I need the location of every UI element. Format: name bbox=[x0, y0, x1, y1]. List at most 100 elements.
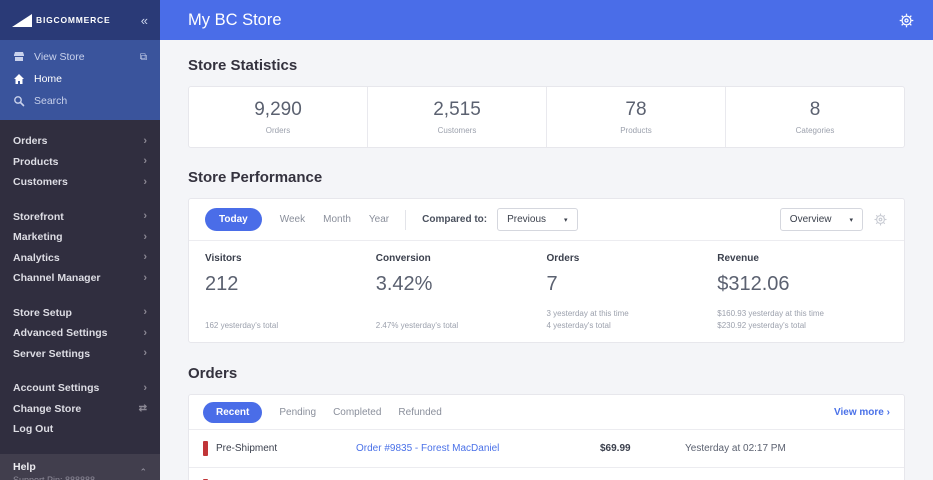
stat-products: 78 Products bbox=[547, 87, 726, 147]
stat-customers: 2,515 Customers bbox=[368, 87, 547, 147]
sidebar-item-label: Log Out bbox=[13, 423, 54, 436]
metric-label: Conversion bbox=[375, 253, 431, 264]
sidebar-item-label: Home bbox=[34, 73, 63, 85]
tab-today[interactable]: Today bbox=[205, 208, 262, 231]
sidebar-item-orders[interactable]: Orders › bbox=[0, 131, 160, 152]
sidebar-item-channel-manager[interactable]: Channel Manager › bbox=[0, 268, 160, 289]
header-bar: My BC Store bbox=[160, 0, 933, 40]
chevron-right-icon: › bbox=[143, 175, 147, 188]
tab-pending[interactable]: Pending bbox=[279, 407, 316, 418]
tab-recent[interactable]: Recent bbox=[203, 401, 263, 423]
home-icon bbox=[13, 73, 25, 85]
metric-sub: $160.93 yesterday at this time bbox=[717, 309, 824, 318]
support-pin: Support Pin: 888888 bbox=[13, 474, 96, 480]
store-settings-gear-icon[interactable] bbox=[898, 12, 915, 29]
compared-to-label: Compared to: bbox=[422, 214, 488, 225]
sidebar-item-label: Channel Manager bbox=[13, 272, 101, 285]
sidebar-item-storefront[interactable]: Storefront › bbox=[0, 207, 160, 228]
sidebar-item-label: Customers bbox=[13, 176, 68, 189]
swap-store-icon: ⇄ bbox=[138, 403, 147, 415]
tab-completed[interactable]: Completed bbox=[333, 407, 381, 418]
metric-value: $312.06 bbox=[717, 273, 790, 295]
order-link[interactable]: Order #9835 - Forest MacDaniel bbox=[356, 443, 600, 454]
order-row[interactable]: Pre-Shipment Order #9834 - Tacitus Cornb… bbox=[189, 467, 904, 480]
metric-label: Revenue bbox=[717, 253, 759, 264]
sidebar-item-home[interactable]: Home bbox=[0, 68, 160, 90]
stat-value: 2,515 bbox=[433, 99, 481, 120]
chevron-right-icon: › bbox=[143, 210, 147, 223]
orders-tabs: Recent Pending Completed Refunded View m… bbox=[189, 395, 904, 429]
stat-label: Orders bbox=[265, 126, 291, 135]
chevron-up-icon: ⌃ bbox=[139, 467, 147, 477]
store-performance-card: Today Week Month Year Compared to: Previ… bbox=[188, 198, 905, 343]
metric-sub: 2.47% yesterday's total bbox=[375, 321, 459, 330]
performance-settings-gear-icon[interactable] bbox=[873, 212, 888, 227]
tab-week[interactable]: Week bbox=[280, 214, 305, 225]
store-performance-heading: Store Performance bbox=[188, 169, 323, 186]
sidebar-item-view-store[interactable]: View Store ⧉ bbox=[0, 46, 160, 68]
metric-value: 3.42% bbox=[375, 273, 433, 295]
metric-value: 212 bbox=[205, 273, 239, 295]
sidebar-item-label: Analytics bbox=[13, 251, 60, 264]
sidebar-item-label: Change Store bbox=[13, 402, 82, 415]
help-title: Help bbox=[13, 460, 36, 473]
chevron-right-icon: › bbox=[143, 271, 147, 284]
chevron-right-icon: › bbox=[143, 134, 147, 147]
overview-select[interactable]: Overview ▾ bbox=[779, 208, 863, 231]
metric-orders: Orders 7 3 yesterday at this time 4 yeste… bbox=[547, 253, 718, 332]
metric-sub: 3 yesterday at this time bbox=[546, 309, 629, 318]
main-nav: Orders › Products › Customers › Storefront ›… bbox=[0, 120, 160, 454]
sidebar-item-account-settings[interactable]: Account Settings › bbox=[0, 378, 160, 399]
sidebar-item-change-store[interactable]: Change Store ⇄ bbox=[0, 399, 160, 420]
metric-sub bbox=[205, 308, 376, 320]
sidebar-item-label: Server Settings bbox=[13, 347, 91, 360]
tab-refunded[interactable]: Refunded bbox=[398, 407, 441, 418]
chevron-right-icon: › bbox=[143, 381, 147, 394]
tab-month[interactable]: Month bbox=[323, 214, 351, 225]
sidebar-item-label: Store Setup bbox=[13, 306, 72, 319]
stat-label: Customers bbox=[437, 126, 477, 135]
chevron-right-icon: › bbox=[143, 306, 147, 319]
bigcommerce-logo[interactable]: BIGCOMMERCE bbox=[12, 13, 141, 27]
sidebar-item-label: Account Settings bbox=[13, 382, 100, 395]
metric-sub: 4 yesterday's total bbox=[546, 321, 611, 330]
logo-text: BIGCOMMERCE bbox=[36, 15, 111, 25]
order-row[interactable]: Pre-Shipment Order #9835 - Forest MacDan… bbox=[189, 429, 904, 467]
sidebar-item-label: View Store bbox=[34, 51, 85, 63]
external-link-icon: ⧉ bbox=[139, 51, 147, 63]
sidebar-item-customers[interactable]: Customers › bbox=[0, 172, 160, 193]
chevron-right-icon: › bbox=[886, 406, 890, 418]
metric-sub: $230.92 yesterday's total bbox=[717, 321, 806, 330]
chevron-right-icon: › bbox=[143, 230, 147, 243]
bigcommerce-triangle-icon bbox=[12, 13, 32, 27]
sidebar-item-server-settings[interactable]: Server Settings › bbox=[0, 344, 160, 365]
status-color-bar bbox=[203, 441, 208, 456]
compared-to-select[interactable]: Previous ▾ bbox=[497, 208, 578, 231]
collapse-sidebar-icon[interactable]: « bbox=[141, 13, 148, 28]
stat-categories: 8 Categories bbox=[726, 87, 904, 147]
overview-value: Overview bbox=[789, 214, 832, 225]
search-icon bbox=[13, 95, 25, 107]
sidebar-item-label: Storefront bbox=[13, 210, 64, 223]
dashboard-content: Store Statistics 9,290 Orders 2,515 Cust… bbox=[160, 40, 933, 480]
sidebar-item-marketing[interactable]: Marketing › bbox=[0, 227, 160, 248]
sidebar-item-store-setup[interactable]: Store Setup › bbox=[0, 303, 160, 324]
sidebar-item-log-out[interactable]: Log Out bbox=[0, 419, 160, 440]
sidebar-item-analytics[interactable]: Analytics › bbox=[0, 248, 160, 269]
chevron-right-icon: › bbox=[143, 326, 147, 339]
store-title: My BC Store bbox=[188, 10, 282, 29]
sidebar-item-search[interactable]: Search bbox=[0, 90, 160, 112]
metric-conversion: Conversion 3.42% 2.47% yesterday's total bbox=[376, 253, 547, 332]
performance-metrics: Visitors 212 162 yesterday's total Conve… bbox=[189, 241, 904, 342]
view-more-link[interactable]: View more › bbox=[834, 407, 890, 418]
sidebar-item-products[interactable]: Products › bbox=[0, 152, 160, 173]
store-statistics-card: 9,290 Orders 2,515 Customers 78 Products… bbox=[188, 86, 905, 148]
stat-value: 8 bbox=[809, 99, 821, 120]
tab-year[interactable]: Year bbox=[369, 214, 389, 225]
sidebar-item-advanced-settings[interactable]: Advanced Settings › bbox=[0, 323, 160, 344]
help-panel[interactable]: Help Support Pin: 888888 ⌃ bbox=[0, 453, 160, 480]
metric-revenue: Revenue $312.06 $160.93 yesterday at thi… bbox=[717, 253, 888, 332]
sidebar: BIGCOMMERCE « View Store ⧉ Home Search O… bbox=[0, 0, 160, 480]
quick-nav: View Store ⧉ Home Search bbox=[0, 40, 160, 120]
metric-sub bbox=[376, 308, 547, 320]
